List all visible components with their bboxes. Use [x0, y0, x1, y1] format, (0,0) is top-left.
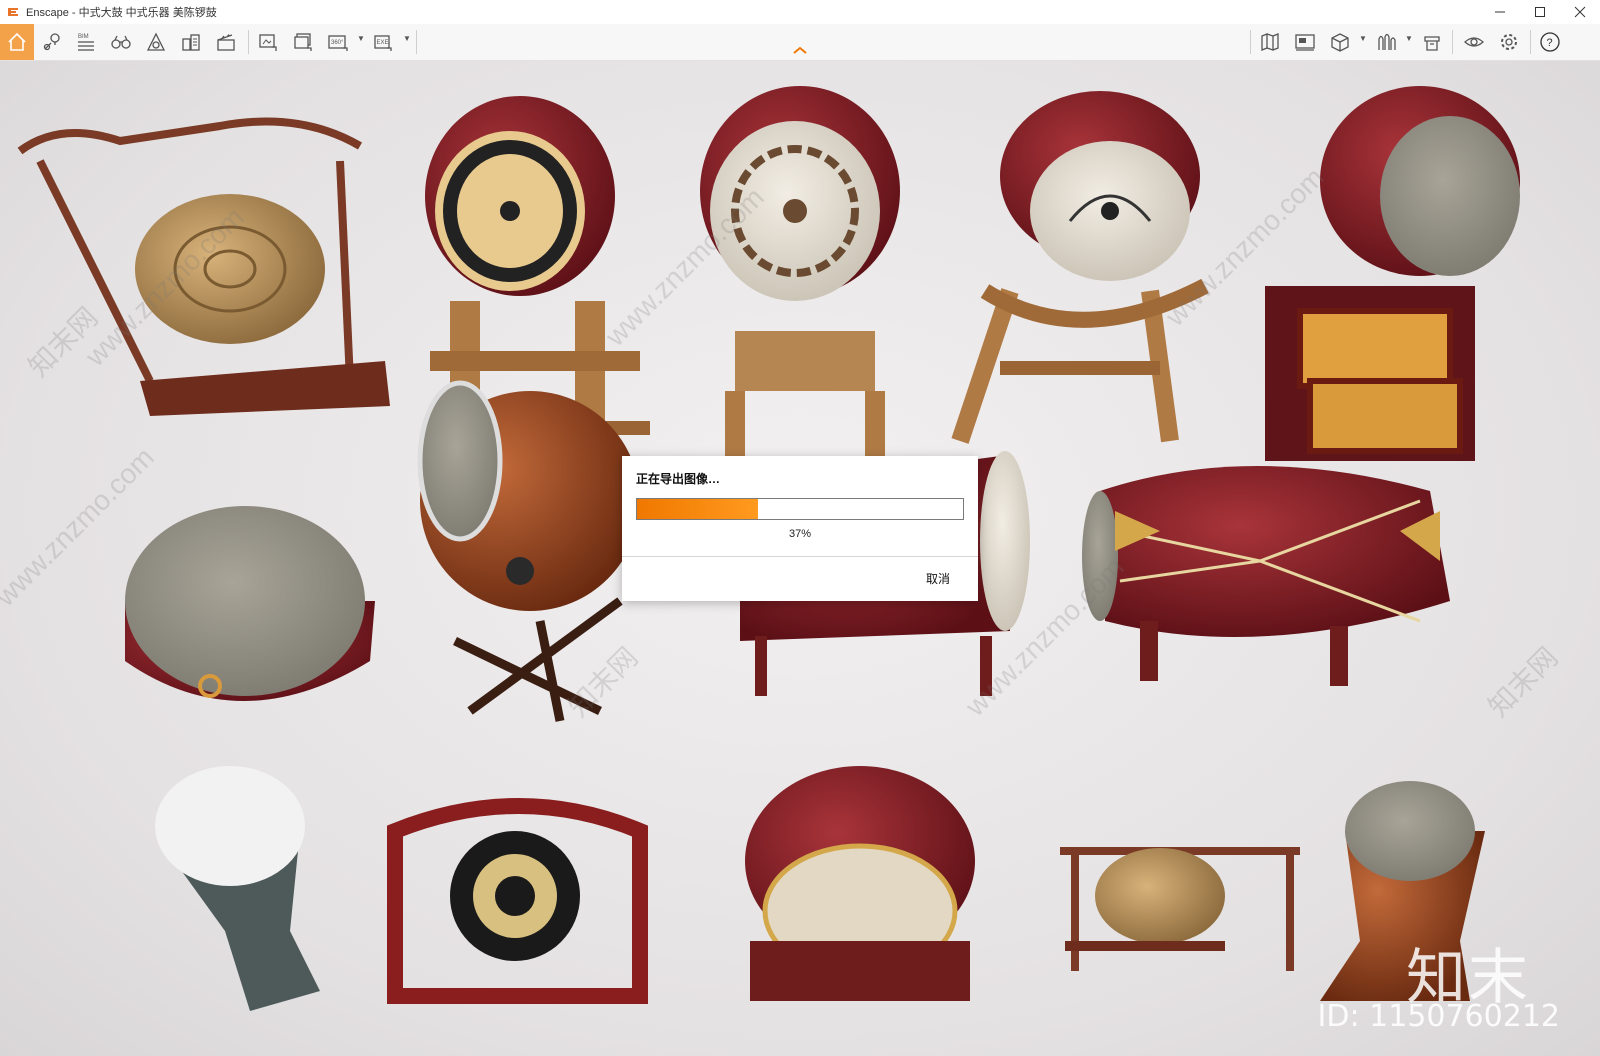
toolbar-divider	[1250, 30, 1251, 54]
export-image-icon	[259, 34, 277, 51]
map-button[interactable]	[1254, 24, 1286, 60]
svg-text:BIM: BIM	[78, 34, 89, 40]
cube-view-icon	[1331, 33, 1349, 52]
panorama-360-icon: 360°	[328, 35, 348, 51]
export-progress-bar	[636, 498, 964, 520]
drum-flat-grey	[125, 506, 375, 701]
export-progress-dialog: 正在导出图像… 37% 取消	[622, 456, 978, 601]
dialog-divider	[622, 556, 978, 557]
buildings-icon	[182, 34, 200, 51]
enscape-logo-icon	[8, 8, 18, 16]
title-bar: Enscape - 中式大鼓 中式乐器 美陈锣鼓	[0, 0, 1600, 24]
toolbar-divider	[1530, 30, 1531, 54]
export-exe-icon: EXE	[374, 35, 392, 51]
video-editor-button[interactable]	[1289, 24, 1321, 60]
progress-fill	[637, 499, 758, 519]
svg-text:EXE: EXE	[377, 40, 389, 46]
close-icon	[1574, 6, 1586, 18]
toolbar-divider	[416, 30, 417, 54]
chevron-down-icon[interactable]: ▼	[357, 34, 365, 43]
help-icon: ?	[1540, 32, 1560, 52]
export-exe-button[interactable]: EXE	[368, 24, 400, 60]
atmosphere-button[interactable]	[140, 24, 172, 60]
help-button[interactable]: ?	[1534, 24, 1566, 60]
visual-settings-button[interactable]	[1458, 24, 1490, 60]
atom-icon	[146, 32, 166, 51]
orthographic-view-button[interactable]	[1324, 24, 1356, 60]
bim-icon: BIM	[78, 34, 94, 51]
djembe-white	[155, 766, 320, 1011]
map-icon	[1261, 33, 1279, 51]
chevron-down-icon[interactable]: ▼	[1405, 34, 1413, 43]
drum-barrel-ornate	[1082, 466, 1450, 686]
collapse-toolbar-icon[interactable]	[792, 44, 808, 56]
clapperboard-icon	[217, 34, 235, 51]
home-button[interactable]	[0, 24, 34, 60]
objects-icon	[1424, 36, 1440, 51]
close-button[interactable]	[1560, 0, 1600, 24]
drum-phoenix-2	[951, 91, 1209, 444]
drum-phoenix-1	[700, 86, 900, 491]
settings-button[interactable]	[1493, 24, 1525, 60]
batch-render-icon	[294, 33, 312, 51]
binoculars-icon	[111, 35, 131, 49]
gong-small-brass	[1060, 847, 1300, 971]
gong-frame-red	[387, 798, 648, 1004]
panorama-button[interactable]: 360°	[322, 24, 354, 60]
drum-bottom-center	[745, 766, 975, 1001]
window-title: Enscape - 中式大鼓 中式乐器 美陈锣鼓	[26, 7, 217, 19]
video-editor-icon	[1295, 34, 1315, 51]
svg-text:360°: 360°	[331, 40, 344, 46]
screenshot-button[interactable]	[252, 24, 284, 60]
asset-library-button[interactable]	[1370, 24, 1402, 60]
svg-text:?: ?	[1547, 37, 1553, 49]
asset-library-icon	[1378, 33, 1396, 50]
home-icon	[8, 32, 26, 51]
location-pin-icon	[43, 33, 60, 51]
minimize-button[interactable]	[1480, 0, 1520, 24]
chevron-down-icon[interactable]: ▼	[1359, 34, 1367, 43]
video-button[interactable]	[210, 24, 242, 60]
toolbar-divider	[1452, 30, 1453, 54]
dialog-heading: 正在导出图像…	[636, 472, 721, 486]
brand-id-text: ID: 1150760212	[1317, 999, 1560, 1034]
progress-percent-label: 37%	[788, 528, 812, 540]
chevron-down-icon[interactable]: ▼	[403, 34, 411, 43]
cancel-button[interactable]: 取消	[926, 570, 950, 587]
visibility-icon	[1464, 37, 1484, 47]
maximize-button[interactable]	[1520, 0, 1560, 24]
settings-icon	[1501, 34, 1517, 50]
walk-mode-button[interactable]	[105, 24, 137, 60]
views-button[interactable]	[36, 24, 68, 60]
drum-on-cabinet	[1265, 86, 1520, 461]
site-context-button[interactable]	[175, 24, 207, 60]
bim-button[interactable]: BIM	[70, 24, 102, 60]
batch-render-button[interactable]	[287, 24, 319, 60]
toolbar-divider	[248, 30, 249, 54]
objects-button[interactable]	[1416, 24, 1448, 60]
minimize-icon	[1495, 11, 1505, 13]
maximize-icon	[1535, 7, 1545, 17]
